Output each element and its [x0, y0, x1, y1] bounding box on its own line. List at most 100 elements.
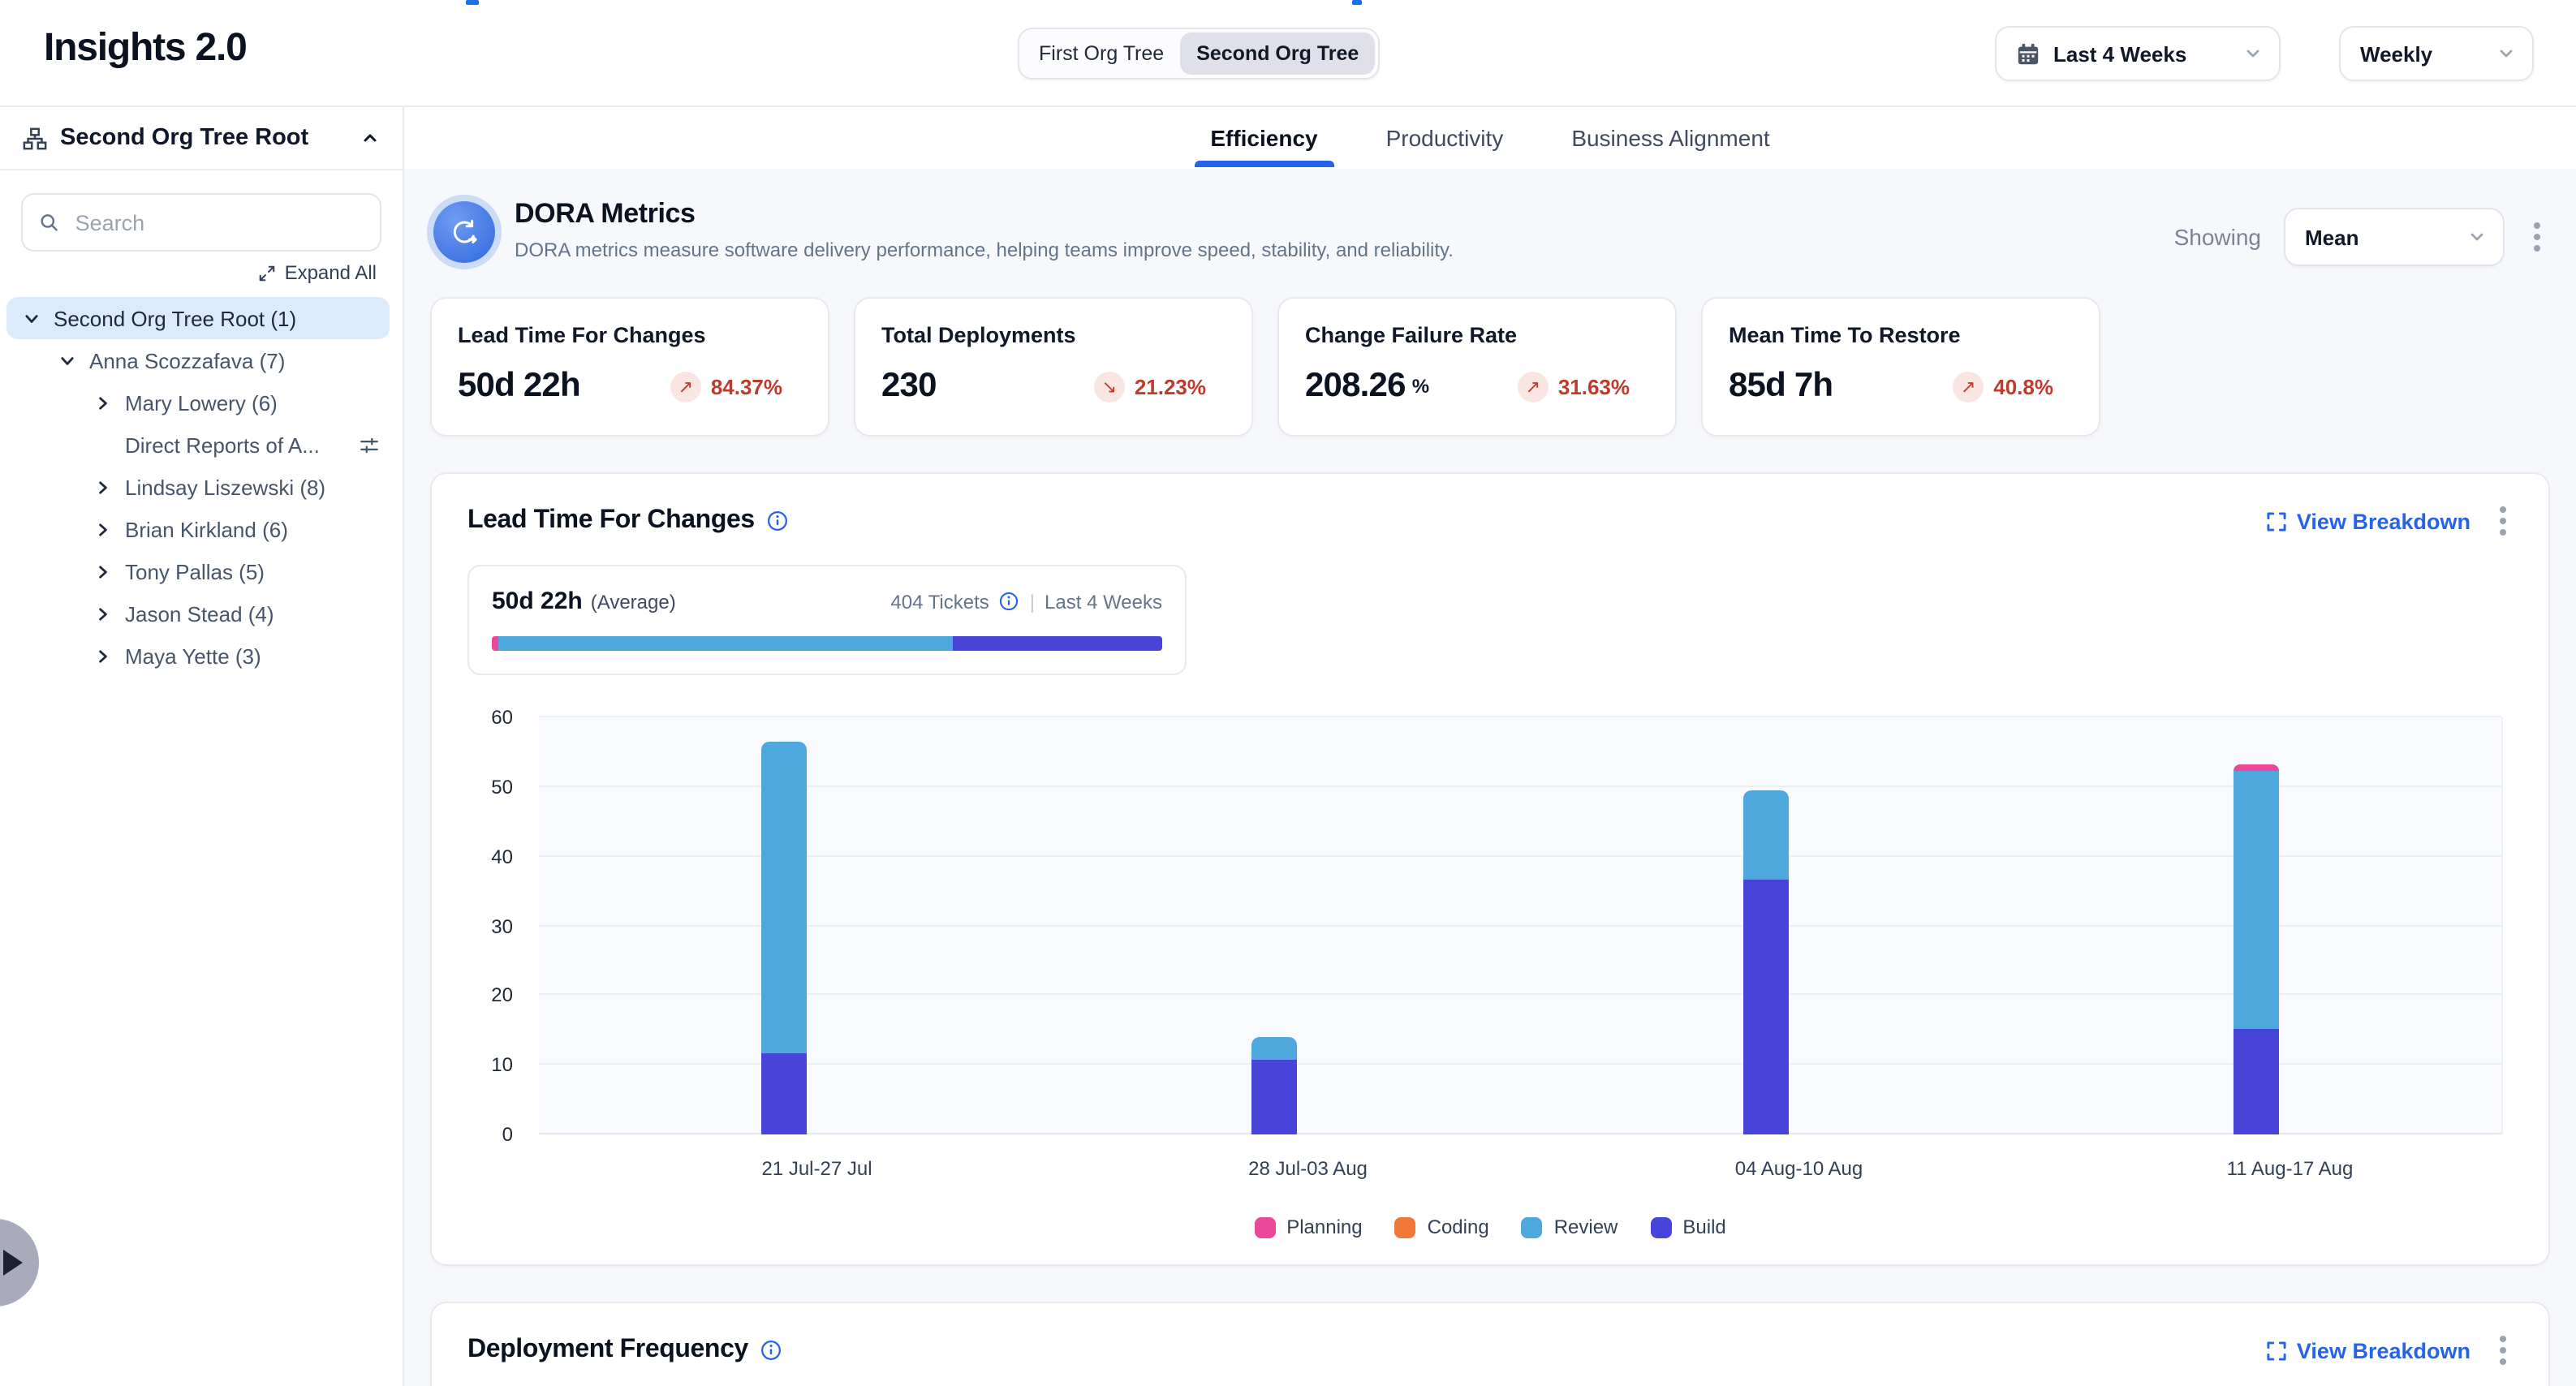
tree-item-label: Maya Yette (3) [125, 644, 390, 668]
tree-chevron-icon[interactable] [91, 602, 114, 625]
y-tick-label: 30 [491, 915, 513, 937]
sidebar-collapse-button[interactable] [360, 128, 380, 148]
tree-item[interactable]: Maya Yette (3) [6, 635, 390, 677]
metric-delta-badge: ↗40.8% [1953, 371, 2053, 402]
stacked-bar [2234, 717, 2279, 1134]
tree-chevron-icon[interactable] [91, 476, 114, 498]
tree-item[interactable]: Anna Scozzafava (7) [6, 339, 390, 381]
tree-item[interactable]: Jason Stead (4) [6, 592, 390, 635]
lead-time-chart: 0102030405060 [506, 717, 2503, 1134]
info-icon[interactable] [766, 510, 789, 532]
view-breakdown-button[interactable]: View Breakdown [2266, 509, 2470, 533]
org-chart-icon [23, 126, 47, 150]
calendar-icon [2016, 41, 2040, 66]
tab-efficiency[interactable]: Efficiency [1204, 110, 1324, 166]
granularity-select[interactable]: Weekly [2339, 26, 2534, 81]
y-tick-label: 50 [491, 776, 513, 798]
view-breakdown-button[interactable]: View Breakdown [2266, 1338, 2470, 1362]
lead-time-title: Lead Time For Changes [467, 506, 755, 536]
dora-icon [433, 201, 495, 263]
tab-productivity[interactable]: Productivity [1380, 110, 1510, 166]
legend-item-review[interactable]: Review [1522, 1216, 1618, 1238]
tree-chevron-icon[interactable] [19, 307, 42, 329]
y-tick-label: 20 [491, 984, 513, 1007]
expand-corners-icon [2266, 1340, 2287, 1361]
toggle-second-org-tree[interactable]: Second Org Tree [1180, 32, 1375, 75]
aggregation-select[interactable]: Mean [2284, 208, 2505, 266]
legend-item-coding[interactable]: Coding [1395, 1216, 1489, 1238]
metric-delta-badge: ↗31.63% [1518, 371, 1630, 402]
metric-value: 50d 22h [458, 367, 580, 406]
gridline [539, 854, 2501, 856]
main-tabs: Efficiency Productivity Business Alignme… [404, 107, 2576, 169]
phase-segment-review [498, 636, 952, 651]
tree-item-label: Direct Reports of A... [125, 433, 347, 457]
tickets-count: 404 Tickets [890, 590, 989, 613]
metric-delta-badge: ↘ 21.23% [1094, 371, 1206, 402]
date-range-select[interactable]: Last 4 Weeks [1995, 26, 2281, 81]
page-title: Insights 2.0 [44, 26, 247, 71]
tree-search [21, 193, 381, 252]
stacked-bar [761, 717, 807, 1134]
tree-chevron-icon[interactable] [91, 560, 114, 583]
legend-swatch [1650, 1216, 1671, 1238]
date-range-value: Last 4 Weeks [2053, 41, 2186, 66]
info-icon[interactable] [999, 591, 1020, 612]
summary-qualifier: (Average) [591, 590, 676, 613]
search-input[interactable] [72, 209, 364, 236]
x-tick-label: 28 Jul-03 Aug [1248, 1157, 1368, 1180]
org-tree: Second Org Tree Root (1)Anna Scozzafava … [0, 294, 403, 677]
filter-sliders-icon[interactable] [359, 434, 380, 455]
app-header: Insights 2.0 First Org Tree Second Org T… [0, 0, 2576, 107]
granularity-value: Weekly [2360, 41, 2432, 66]
gridline [539, 1133, 2501, 1134]
tree-item[interactable]: Brian Kirkland (6) [6, 508, 390, 550]
toggle-first-org-tree[interactable]: First Org Tree [1023, 32, 1180, 75]
trend-arrow-icon: ↗ [1518, 371, 1549, 402]
bar-segment-build [2234, 1030, 2279, 1134]
tree-item-label: Mary Lowery (6) [125, 390, 390, 415]
stacked-bar [1742, 717, 1788, 1134]
top-edge-artifact [466, 0, 479, 5]
tree-item[interactable]: Direct Reports of A... [6, 424, 390, 466]
tree-item[interactable]: Second Org Tree Root (1) [6, 297, 390, 339]
bar-segment-planning [2234, 764, 2279, 770]
x-tick-label: 11 Aug-17 Aug [2227, 1157, 2354, 1180]
legend-item-build[interactable]: Build [1650, 1216, 1725, 1238]
tree-item[interactable]: Mary Lowery (6) [6, 381, 390, 424]
aggregation-value: Mean [2305, 225, 2358, 249]
trend-arrow-icon: ↗ [1953, 371, 1984, 402]
content-area: DORA Metrics DORA metrics measure softwa… [404, 169, 2576, 1386]
tree-chevron-icon[interactable] [91, 518, 114, 540]
deployment-frequency-title: Deployment Frequency [467, 1336, 748, 1365]
deployment-menu-button[interactable] [2493, 1329, 2513, 1371]
bar-segment-build [761, 1053, 807, 1134]
y-tick-label: 10 [491, 1053, 513, 1076]
tree-item[interactable]: Lindsay Liszewski (8) [6, 466, 390, 508]
summary-period: Last 4 Weeks [1045, 590, 1162, 613]
lead-time-summary-card: 50d 22h (Average) 404 Tickets | Last 4 W… [467, 565, 1187, 675]
tab-business-alignment[interactable]: Business Alignment [1565, 110, 1776, 166]
bar-segment-build [1742, 880, 1788, 1134]
tree-chevron-icon[interactable] [91, 644, 114, 667]
bar-segment-review [761, 741, 807, 1053]
info-icon[interactable] [760, 1339, 782, 1362]
deployment-frequency-panel: Deployment Frequency View Breakdown [430, 1302, 2550, 1386]
lead-time-title-row: Lead Time For Changes [467, 506, 789, 536]
summary-value: 50d 22h [492, 588, 583, 615]
trend-arrow-icon: ↘ [1094, 371, 1125, 402]
phase-distribution-bar [492, 636, 1162, 651]
search-icon [39, 211, 59, 234]
lead-time-menu-button[interactable] [2493, 500, 2513, 542]
tree-chevron-icon[interactable] [55, 349, 78, 372]
legend-swatch [1522, 1216, 1543, 1238]
metric-value: 85d 7h [1729, 367, 1833, 406]
expand-corners-icon [2266, 510, 2287, 532]
expand-all-button[interactable]: Expand All [0, 261, 377, 284]
legend-item-planning[interactable]: Planning [1254, 1216, 1362, 1238]
metric-delta: 21.23% [1135, 374, 1206, 398]
dora-menu-button[interactable] [2527, 216, 2547, 258]
tree-item[interactable]: Tony Pallas (5) [6, 550, 390, 592]
tree-chevron-icon[interactable] [91, 391, 114, 414]
legend-label: Coding [1428, 1216, 1489, 1238]
